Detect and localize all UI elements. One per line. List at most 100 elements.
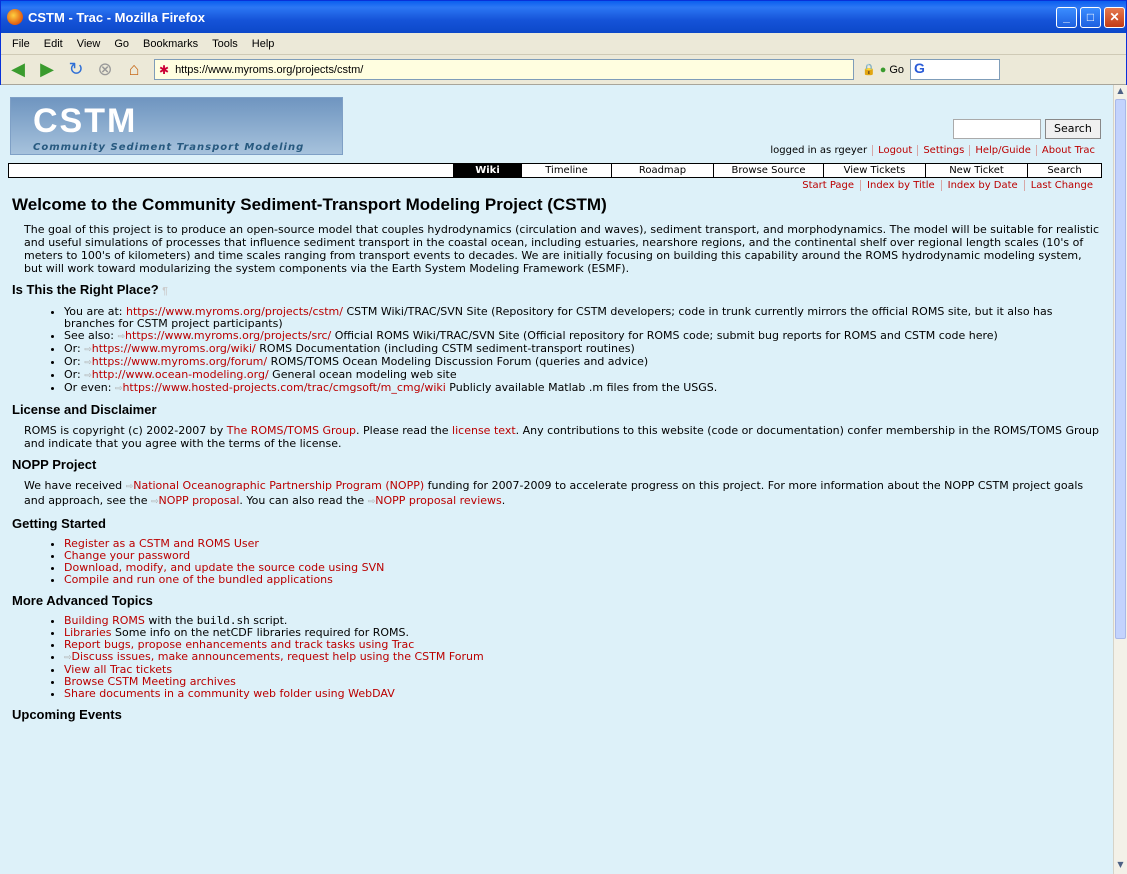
list-item: You are at: https://www.myroms.org/proje… <box>64 306 1102 330</box>
cstm-logo[interactable]: CSTM Community Sediment Transport Modeli… <box>10 97 343 155</box>
scroll-down-icon[interactable]: ▼ <box>1115 860 1126 872</box>
external-link-icon: ⇨ <box>64 653 72 663</box>
close-button[interactable]: ✕ <box>1104 7 1125 28</box>
nopp-reviews-link[interactable]: NOPP proposal reviews <box>375 494 502 507</box>
meta-nav: logged in as rgeyer Logout Settings Help… <box>765 145 1100 156</box>
forum-link[interactable]: https://www.myroms.org/forum/ <box>92 355 267 368</box>
about-link[interactable]: About Trac <box>1035 145 1100 156</box>
home-icon[interactable]: ⌂ <box>121 58 147 82</box>
navigation-toolbar: ◀ ▶ ↻ ⊗ ⌂ ✱ https://www.myroms.org/proje… <box>1 55 1126 85</box>
menu-bar: File Edit View Go Bookmarks Tools Help <box>1 33 1126 55</box>
settings-link[interactable]: Settings <box>917 145 969 156</box>
menu-go[interactable]: Go <box>107 38 136 50</box>
page-content: CSTM Community Sediment Transport Modeli… <box>0 85 1113 874</box>
scroll-thumb[interactable] <box>1115 99 1126 639</box>
trac-search: Search <box>953 119 1101 139</box>
license-link[interactable]: license text <box>452 424 516 437</box>
tab-browse-source[interactable]: Browse Source <box>713 164 823 177</box>
list-item: Register as a CSTM and ROMS User <box>64 538 1102 550</box>
external-link-icon: ⇨ <box>84 358 92 368</box>
context-nav: Start Page Index by Title Index by Date … <box>796 180 1099 191</box>
firefox-icon <box>7 9 23 25</box>
section-getting-started: Getting Started <box>12 516 106 531</box>
search-engine-icon: G <box>914 60 925 76</box>
external-link-icon: ⇨ <box>117 332 126 342</box>
go-button[interactable]: Go <box>889 64 904 76</box>
external-link-icon: ⇨ <box>84 345 92 355</box>
logo-text: CSTM <box>33 102 138 140</box>
logout-link[interactable]: Logout <box>872 145 917 156</box>
go-area: 🔒 ● Go G <box>862 59 1001 80</box>
pilcrow-icon[interactable]: ¶ <box>162 286 168 297</box>
advanced-list: Building ROMS with the build.sh script. … <box>64 615 1102 700</box>
reload-icon[interactable]: ↻ <box>63 58 89 82</box>
nopp-proposal-link[interactable]: NOPP proposal <box>159 494 240 507</box>
menu-file[interactable]: File <box>5 38 37 50</box>
tab-new-ticket[interactable]: New Ticket <box>925 164 1027 177</box>
window-title: CSTM - Trac - Mozilla Firefox <box>28 9 205 25</box>
list-item: Share documents in a community web folde… <box>64 688 1102 700</box>
last-change-link[interactable]: Last Change <box>1023 180 1099 191</box>
tab-timeline[interactable]: Timeline <box>521 164 611 177</box>
section-advanced: More Advanced Topics <box>12 593 153 608</box>
nopp-link[interactable]: National Oceanographic Partnership Progr… <box>133 479 424 492</box>
compile-link[interactable]: Compile and run one of the bundled appli… <box>64 573 333 586</box>
minimize-button[interactable]: _ <box>1056 7 1077 28</box>
forward-icon[interactable]: ▶ <box>34 58 60 82</box>
go-icon[interactable]: ● <box>880 64 887 76</box>
cmgsoft-link[interactable]: https://www.hosted-projects.com/trac/cmg… <box>122 381 445 394</box>
list-item: Or even: ⇨https://www.hosted-projects.co… <box>64 382 1102 395</box>
menu-help[interactable]: Help <box>245 38 282 50</box>
index-date-link[interactable]: Index by Date <box>940 180 1024 191</box>
title-bar: CSTM - Trac - Mozilla Firefox _ □ ✕ <box>1 1 1126 33</box>
url-bar[interactable]: ✱ https://www.myroms.org/projects/cstm/ <box>154 59 854 80</box>
list-item: Compile and run one of the bundled appli… <box>64 574 1102 586</box>
nopp-paragraph: We have received ⇨National Oceanographic… <box>24 479 1084 507</box>
menu-bookmarks[interactable]: Bookmarks <box>136 38 205 50</box>
web-search-input[interactable]: G <box>910 59 1001 80</box>
webdav-link[interactable]: Share documents in a community web folde… <box>64 687 395 700</box>
forum-discuss-link[interactable]: Discuss issues, make announcements, requ… <box>72 650 484 663</box>
src-link[interactable]: https://www.myroms.org/projects/src/ <box>125 329 331 342</box>
roms-group-link[interactable]: The ROMS/TOMS Group <box>227 424 356 437</box>
maximize-button[interactable]: □ <box>1080 7 1101 28</box>
scroll-up-icon[interactable]: ▲ <box>1115 86 1126 98</box>
tab-wiki[interactable]: Wiki <box>453 164 521 177</box>
logged-in-label: logged in as rgeyer <box>770 145 868 156</box>
menu-edit[interactable]: Edit <box>37 38 70 50</box>
url-text: https://www.myroms.org/projects/cstm/ <box>175 63 364 76</box>
tab-roadmap[interactable]: Roadmap <box>611 164 713 177</box>
wiki-page: Welcome to the Community Sediment-Transp… <box>12 195 1102 729</box>
main-nav: Wiki Timeline Roadmap Browse Source View… <box>8 163 1102 178</box>
vertical-scrollbar[interactable]: ▲ ▼ <box>1113 85 1127 874</box>
section-title: Is This the Right Place? <box>12 282 159 297</box>
external-link-icon: ⇨ <box>84 371 92 381</box>
intro-paragraph: The goal of this project is to produce a… <box>24 223 1100 275</box>
section-nopp: NOPP Project <box>12 457 97 472</box>
section-upcoming-events: Upcoming Events <box>12 707 122 722</box>
index-title-link[interactable]: Index by Title <box>860 180 941 191</box>
page-title: Welcome to the Community Sediment-Transp… <box>12 195 607 214</box>
trac-search-input[interactable] <box>953 119 1041 139</box>
license-paragraph: ROMS is copyright (c) 2002-2007 by The R… <box>24 424 1099 450</box>
ocean-modeling-link[interactable]: http://www.ocean-modeling.org/ <box>92 368 269 381</box>
back-icon[interactable]: ◀ <box>5 58 31 82</box>
menu-tools[interactable]: Tools <box>205 38 245 50</box>
section-license: License and Disclaimer <box>12 402 157 417</box>
section-right-place: Is This the Right Place? ¶ <box>12 283 1102 298</box>
wiki-link[interactable]: https://www.myroms.org/wiki/ <box>92 342 256 355</box>
start-page-link[interactable]: Start Page <box>796 180 860 191</box>
right-place-list: You are at: https://www.myroms.org/proje… <box>64 306 1102 395</box>
help-link[interactable]: Help/Guide <box>969 145 1036 156</box>
menu-view[interactable]: View <box>70 38 108 50</box>
list-item: ⇨Discuss issues, make announcements, req… <box>64 651 1102 664</box>
trac-search-button[interactable]: Search <box>1045 119 1101 139</box>
tab-view-tickets[interactable]: View Tickets <box>823 164 925 177</box>
stop-icon[interactable]: ⊗ <box>92 58 118 82</box>
tab-search[interactable]: Search <box>1027 164 1101 177</box>
site-icon: ✱ <box>159 62 170 77</box>
getting-started-list: Register as a CSTM and ROMS User Change … <box>64 538 1102 586</box>
logo-subtitle: Community Sediment Transport Modeling <box>33 142 305 153</box>
external-link-icon: ⇨ <box>150 497 159 507</box>
lock-icon: 🔒 <box>862 64 876 76</box>
